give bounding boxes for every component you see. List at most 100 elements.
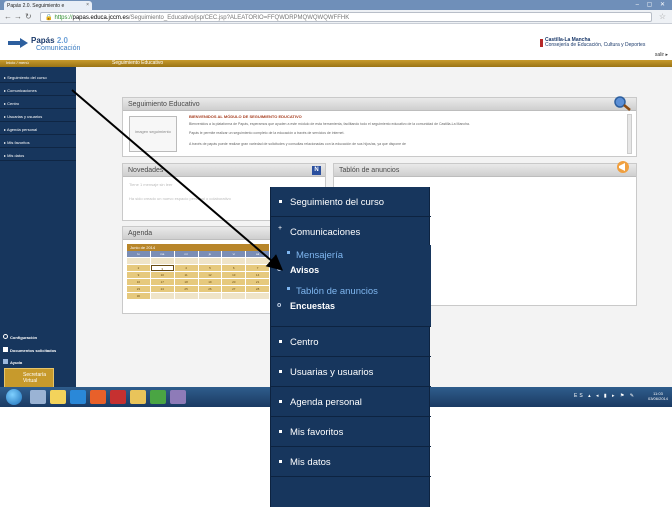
- calendar-day[interactable]: 12: [198, 272, 222, 278]
- calendar-day-header: lu: [127, 251, 150, 257]
- sidebar-item-usuarios[interactable]: ▸ Usuarias y usuarios: [0, 110, 76, 122]
- bookmark-star-icon[interactable]: ☆: [659, 12, 666, 21]
- calendar-day[interactable]: 14: [246, 272, 269, 278]
- folder-icon[interactable]: [130, 390, 146, 404]
- sidebar-item-seguimiento[interactable]: ▸ Seguimiento del curso: [0, 71, 76, 83]
- calendar-day[interactable]: 2: [127, 265, 150, 271]
- calendar-empty-cell: [150, 293, 174, 299]
- files-icon[interactable]: [50, 390, 66, 404]
- sidebar-item-comunicaciones[interactable]: ▸ Comunicaciones: [0, 84, 76, 96]
- app-icon[interactable]: [170, 390, 186, 404]
- calendar-day[interactable]: 17: [150, 279, 174, 285]
- bullet-icon: [287, 287, 290, 290]
- menu-item-label: Mis favoritos: [290, 427, 344, 438]
- calendar-day[interactable]: 13: [222, 272, 246, 278]
- novedades-item[interactable]: Tiene 1 mensaje sin leer: [129, 182, 172, 187]
- clock[interactable]: 11:03 03/06/2014: [648, 391, 668, 401]
- calendar-day[interactable]: 11: [174, 272, 198, 278]
- sidebar-item-mis-datos[interactable]: ▸ Mis datos: [0, 149, 76, 161]
- sidebar-documentos[interactable]: Documentos solicitados: [0, 344, 76, 356]
- home-link[interactable]: Inicio / menú: [6, 60, 29, 65]
- calendar-day[interactable]: 27: [222, 286, 246, 292]
- search-icon[interactable]: [612, 95, 632, 111]
- calendar-day[interactable]: 9: [127, 272, 150, 278]
- calendar-day[interactable]: 4: [174, 265, 198, 271]
- back-icon[interactable]: ←: [4, 12, 12, 21]
- calendar-day[interactable]: 23: [127, 286, 150, 292]
- calendar-day[interactable]: 18: [174, 279, 198, 285]
- menu-item-agenda[interactable]: Agenda personal: [271, 387, 431, 417]
- calendar-day[interactable]: 3: [150, 265, 174, 271]
- calendar-day[interactable]: 28: [246, 286, 269, 292]
- submenu-mensajeria[interactable]: Mensajería: [271, 250, 431, 264]
- submenu-tablon[interactable]: Tablón de anuncios: [271, 286, 431, 300]
- calendar-day[interactable]: 10: [150, 272, 174, 278]
- sidebar-ayuda[interactable]: Ayuda: [0, 356, 76, 368]
- menu-item-mis-datos[interactable]: Mis datos: [271, 447, 431, 477]
- seguimiento-panel: Seguimiento Educativo imagen seguimiento…: [122, 97, 637, 157]
- sidebar-item-centro[interactable]: ▸ Centro: [0, 97, 76, 109]
- bullet-icon: [279, 200, 282, 203]
- calendar-day[interactable]: 7: [246, 265, 269, 271]
- submenu-encuestas[interactable]: o Encuestas: [271, 301, 431, 315]
- document-icon: [3, 347, 8, 352]
- calendar-day[interactable]: 20: [222, 279, 246, 285]
- menu-item-comunicaciones[interactable]: + Comunicaciones: [271, 217, 431, 247]
- ie-icon[interactable]: [70, 390, 86, 404]
- pdf-icon[interactable]: [110, 390, 126, 404]
- menu-item-favoritos[interactable]: Mis favoritos: [271, 417, 431, 447]
- start-button-icon[interactable]: [6, 389, 22, 405]
- calendar-empty-cell: [174, 293, 198, 299]
- submenu-avisos[interactable]: o Avisos: [271, 265, 431, 279]
- calendar-day[interactable]: 5: [198, 265, 222, 271]
- media-player-icon[interactable]: [90, 390, 106, 404]
- menu-item-label: Centro: [290, 337, 319, 348]
- window-controls[interactable]: – ▢ ✕: [636, 1, 668, 8]
- system-tray[interactable]: ES ▴ ◂ ▮ ▸ ⚑ ✎: [574, 393, 636, 399]
- calendar-day[interactable]: 26: [198, 286, 222, 292]
- reload-icon[interactable]: ↻: [25, 12, 32, 21]
- bullet-icon: [279, 430, 282, 433]
- tab-close-icon[interactable]: ×: [86, 2, 89, 8]
- calendar-day[interactable]: 19: [198, 279, 222, 285]
- seguimiento-heading: BIENVENIDOS AL MÓDULO DE SEGUIMIENTO EDU…: [189, 114, 302, 119]
- help-icon: [3, 359, 8, 364]
- agenda-panel-title: Agenda: [123, 227, 271, 240]
- calendar-day[interactable]: 6: [222, 265, 246, 271]
- government-emblem-icon: [540, 39, 543, 47]
- sidebar-item-favoritos[interactable]: ▸ Mis favoritos: [0, 136, 76, 148]
- calendar-day[interactable]: 16: [127, 279, 150, 285]
- chrome-icon[interactable]: [150, 390, 166, 404]
- circle-bullet-icon: o: [277, 266, 282, 273]
- forward-icon[interactable]: →: [14, 12, 22, 21]
- clock-date: 03/06/2014: [647, 396, 668, 401]
- novedades-panel-title: Novedades: [123, 164, 325, 177]
- calendar-day[interactable]: 21: [246, 279, 269, 285]
- menu-item-centro[interactable]: Centro: [271, 327, 431, 357]
- logo-name: Papás: [31, 36, 55, 45]
- calendar-empty-cell: [150, 258, 174, 264]
- menu-item-seguimiento[interactable]: Seguimiento del curso: [271, 187, 431, 217]
- sidebar-configuracion[interactable]: Configuración: [0, 331, 76, 343]
- gov-line-2: Consejería de Educación, Cultura y Depor…: [545, 42, 646, 48]
- tablon-panel-title: Tablón de anuncios: [334, 164, 636, 177]
- url-input[interactable]: 🔒 https://papas.educa.jccm.es/Seguimiento…: [40, 12, 652, 22]
- seguimiento-text-line: Papás le permite realizar un seguimiento…: [189, 131, 345, 135]
- calendar-day[interactable]: 25: [174, 286, 198, 292]
- calendar-grid: lu ma mi ju vi sá 2 3 4 5 6 7 9 10 11 12 13 14 16 17 18 19 20 2…: [127, 251, 269, 299]
- calendar-day[interactable]: 30: [127, 293, 150, 299]
- calendar-day[interactable]: 24: [150, 286, 174, 292]
- sidebar-ayuda-label: Ayuda: [10, 360, 23, 365]
- menu-item-usuarios[interactable]: Usuarias y usuarios: [271, 357, 431, 387]
- agenda-panel: Agenda Junio de 2014 lu ma mi ju vi sá 2 3 4 5 6 7 9…: [122, 226, 272, 314]
- bullet-icon: [279, 460, 282, 463]
- explorer-icon[interactable]: [30, 390, 46, 404]
- seguimiento-scrollbar[interactable]: [627, 114, 632, 154]
- secretaria-virtual-button[interactable]: Secretaría Virtual: [4, 368, 54, 388]
- logout-link[interactable]: salir ▸: [655, 52, 668, 58]
- novedades-item[interactable]: Ha sido creado un nuevo espacio personal…: [129, 196, 231, 201]
- menu-item-label: Agenda personal: [290, 397, 362, 408]
- calendar-empty-cell: [127, 258, 150, 264]
- browser-tab[interactable]: Papás 2.0. Seguimiento e ×: [4, 1, 92, 10]
- sidebar-item-agenda[interactable]: ▸ Agenda personal: [0, 123, 76, 135]
